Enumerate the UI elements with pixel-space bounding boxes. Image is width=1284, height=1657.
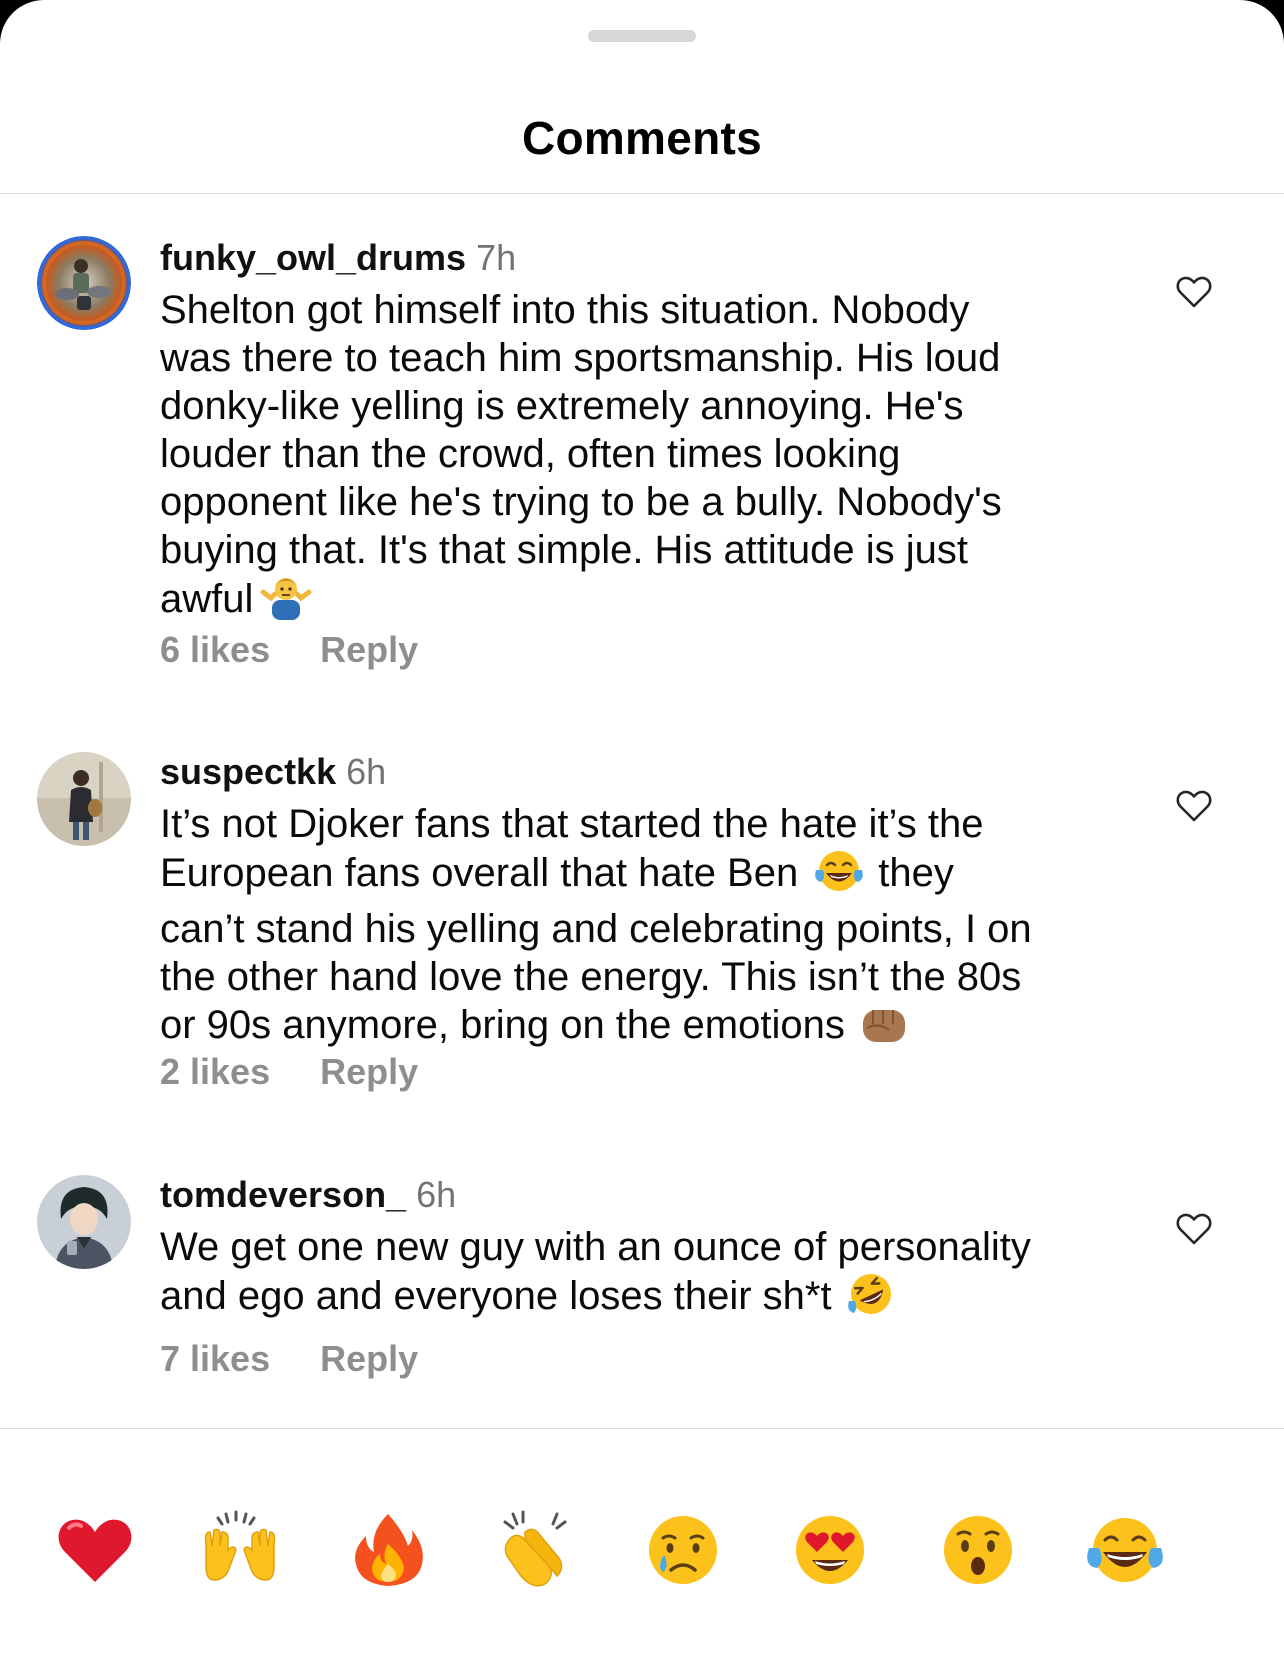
raising-hands-emoji[interactable] bbox=[200, 1510, 280, 1590]
comment-line: or 90s anymore, bring on the emotions bbox=[160, 1003, 845, 1047]
comment-header: funky_owl_drums 7h bbox=[160, 236, 516, 280]
comment-line: European fans overall that hate Ben bbox=[160, 851, 799, 895]
comment-line: awful bbox=[160, 577, 254, 621]
red-heart-emoji[interactable] bbox=[55, 1510, 135, 1590]
reply-button[interactable]: Reply bbox=[320, 629, 418, 670]
likes-count[interactable]: 6 likes bbox=[160, 629, 270, 670]
comment-time: 7h bbox=[476, 237, 517, 278]
likes-count[interactable]: 2 likes bbox=[160, 1051, 270, 1092]
sheet-title: Comments bbox=[521, 112, 763, 164]
drummer-avatar-icon[interactable] bbox=[37, 236, 131, 330]
comment-line: donky-like yelling is extremely annoying… bbox=[160, 384, 964, 428]
tears-of-joy-emoji bbox=[814, 848, 864, 905]
comment-time: 6h bbox=[416, 1174, 457, 1215]
heart-outline-icon[interactable] bbox=[1174, 1209, 1214, 1249]
comment-header: suspectkk 6h bbox=[160, 750, 386, 794]
man-shrugging-emoji bbox=[259, 574, 313, 631]
sheet-grabber[interactable] bbox=[588, 30, 696, 42]
tears-of-joy-emoji[interactable] bbox=[1085, 1510, 1165, 1590]
comment-line: Shelton got himself into this situation.… bbox=[160, 288, 970, 332]
comment-line: was there to teach him sportsmanship. Hi… bbox=[160, 336, 1001, 380]
header-divider bbox=[0, 193, 1284, 194]
crying-face-emoji[interactable] bbox=[643, 1510, 723, 1590]
comment-line: We get one new guy with an ounce of pers… bbox=[160, 1225, 1031, 1269]
fire-emoji[interactable] bbox=[348, 1510, 428, 1590]
heart-outline-icon[interactable] bbox=[1174, 786, 1214, 826]
heart-eyes-emoji[interactable] bbox=[790, 1510, 870, 1590]
reply-button[interactable]: Reply bbox=[320, 1051, 418, 1092]
comment-actions: 2 likes Reply bbox=[160, 1050, 418, 1094]
comment-username[interactable]: suspectkk bbox=[160, 751, 336, 792]
comment-line: and ego and everyone loses their sh*t bbox=[160, 1274, 832, 1318]
anime-avatar-icon[interactable] bbox=[37, 1175, 131, 1269]
reactions-divider bbox=[0, 1428, 1284, 1429]
comments-sheet: Comments funky_owl_drums 7h Shelton got … bbox=[0, 0, 1284, 1657]
comment-actions: 7 likes Reply bbox=[160, 1337, 418, 1381]
comment-text: We get one new guy with an ounce of pers… bbox=[160, 1223, 1140, 1328]
comment-line: opponent like he's trying to be a bully.… bbox=[160, 480, 1002, 524]
comment-username[interactable]: funky_owl_drums bbox=[160, 237, 466, 278]
comment-text: Shelton got himself into this situation.… bbox=[160, 286, 1140, 631]
comment-header: tomdeverson_ 6h bbox=[160, 1173, 456, 1217]
comment-line: they bbox=[878, 851, 954, 895]
comment-line: buying that. It's that simple. His attit… bbox=[160, 528, 969, 572]
surprised-face-emoji[interactable] bbox=[938, 1510, 1018, 1590]
person-photo-avatar-icon[interactable] bbox=[37, 752, 131, 846]
comment-line: louder than the crowd, often times looki… bbox=[160, 432, 901, 476]
comment-actions: 6 likes Reply bbox=[160, 628, 418, 672]
comment-text: It’s not Djoker fans that started the ha… bbox=[160, 800, 1140, 1057]
reply-button[interactable]: Reply bbox=[320, 1338, 418, 1379]
heart-outline-icon[interactable] bbox=[1174, 272, 1214, 312]
fist-emoji bbox=[859, 1002, 909, 1057]
comment-line: the other hand love the energy. This isn… bbox=[160, 955, 1022, 999]
comment-line: It’s not Djoker fans that started the ha… bbox=[160, 802, 984, 846]
comment-line: can’t stand his yelling and celebrating … bbox=[160, 907, 1032, 951]
comment-username[interactable]: tomdeverson_ bbox=[160, 1174, 406, 1215]
quick-reactions-bar bbox=[0, 1510, 1284, 1620]
likes-count[interactable]: 7 likes bbox=[160, 1338, 270, 1379]
rofl-emoji bbox=[846, 1271, 896, 1328]
comment-time: 6h bbox=[346, 751, 387, 792]
clapping-hands-emoji[interactable] bbox=[495, 1510, 575, 1590]
